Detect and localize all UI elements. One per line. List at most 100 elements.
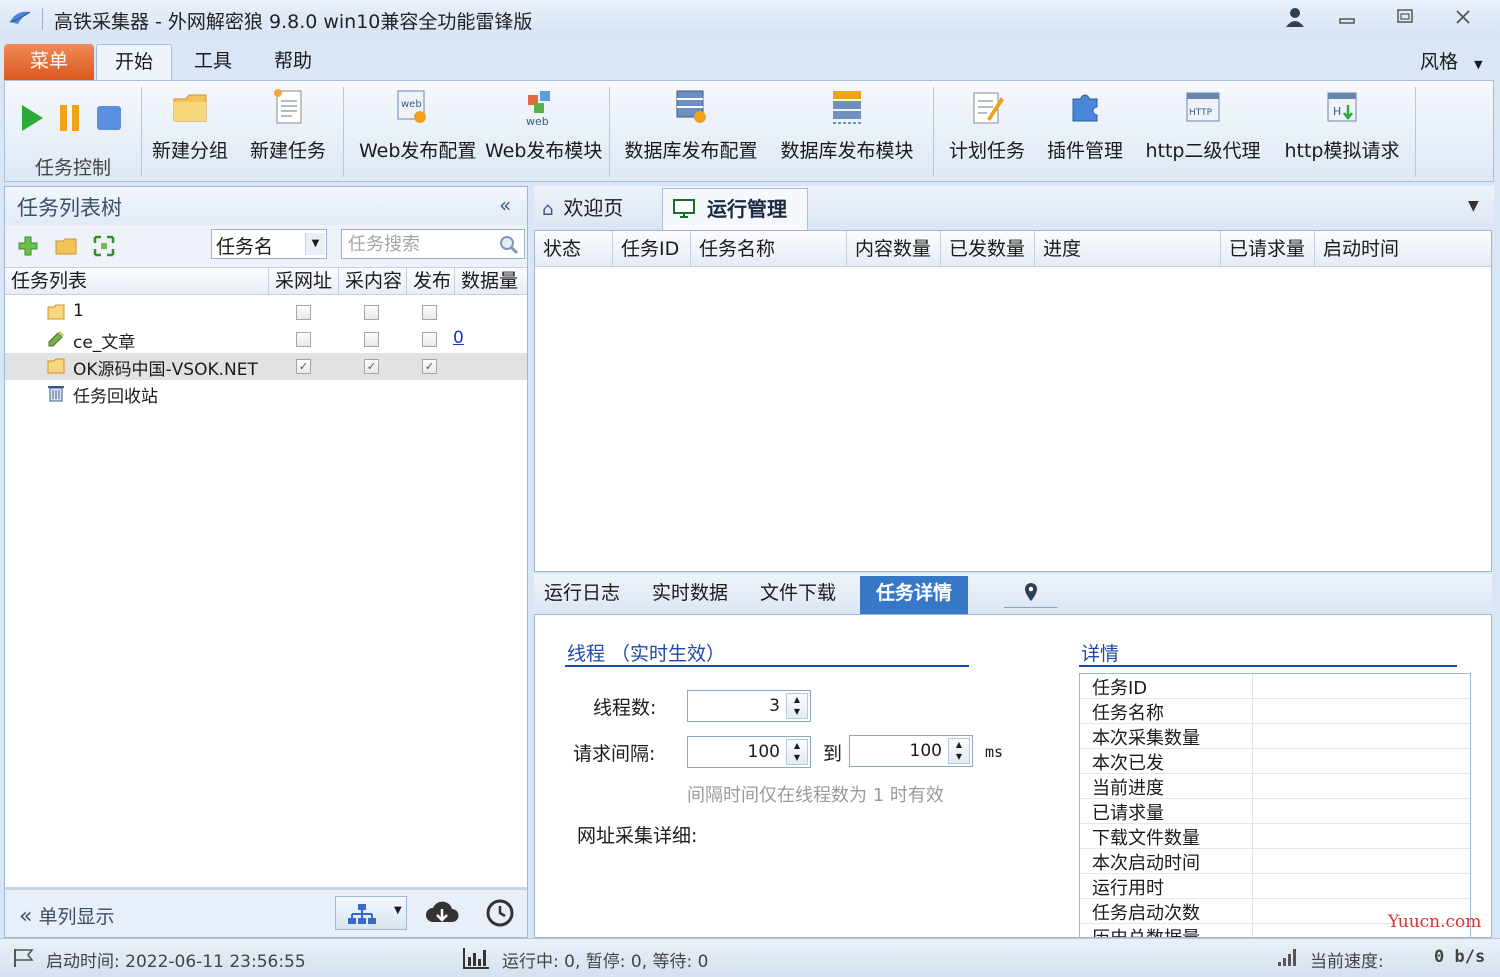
column-header-progress[interactable]: 进度: [1035, 231, 1221, 267]
maximize-button[interactable]: [1390, 6, 1420, 32]
web-publish-module-label: Web发布模块: [485, 140, 603, 162]
tab-task-detail[interactable]: 任务详情: [860, 576, 968, 614]
http-proxy-button[interactable]: HTTP http二级代理: [1143, 87, 1263, 163]
column-header-content-count[interactable]: 内容数量: [847, 231, 941, 267]
collect-url-checkbox[interactable]: [296, 332, 311, 347]
collect-content-checkbox-checked[interactable]: ✓: [364, 359, 379, 374]
db-publish-module-button[interactable]: 数据库发布模块: [779, 87, 915, 163]
tab-welcome[interactable]: ⌂ 欢迎页: [534, 188, 660, 230]
threads-stepper[interactable]: 3 ▲ ▼: [687, 690, 811, 722]
new-group-button[interactable]: 新建分组: [151, 87, 229, 163]
style-menu[interactable]: 风格 ▼: [1420, 47, 1483, 74]
stepper-arrows-icon[interactable]: ▲ ▼: [786, 693, 808, 719]
http-simulate-button[interactable]: H http模拟请求: [1279, 87, 1405, 163]
column-header-start-time[interactable]: 启动时间: [1315, 231, 1491, 267]
add-icon[interactable]: [17, 235, 39, 257]
tree-row[interactable]: 任务回收站: [5, 380, 527, 407]
tab-menu[interactable]: 菜单: [4, 44, 94, 80]
detail-row: 下载文件数量: [1080, 824, 1470, 849]
column-header-task-list[interactable]: 任务列表: [5, 268, 269, 295]
monitor-icon: [673, 199, 695, 218]
column-header-published-count[interactable]: 已发数量: [941, 231, 1035, 267]
tab-start[interactable]: 开始: [96, 44, 172, 80]
collect-url-checkbox-checked[interactable]: ✓: [296, 359, 311, 374]
tab-run-log[interactable]: 运行日志: [544, 576, 634, 614]
data-count-link[interactable]: 0: [453, 328, 464, 348]
tab-run-management[interactable]: 运行管理: [662, 188, 808, 230]
chevron-down-icon: ▼: [1474, 58, 1483, 71]
interval-to-stepper[interactable]: 100 ▲ ▼: [849, 735, 973, 767]
column-header-collect-content[interactable]: 采内容: [339, 268, 407, 295]
single-column-toggle[interactable]: «单列显示: [19, 902, 114, 929]
svg-text:web: web: [526, 115, 549, 127]
chevron-down-icon: ▼: [305, 233, 325, 255]
web-config-icon: web: [397, 90, 426, 123]
web-publish-config-button[interactable]: web Web发布配置: [359, 87, 476, 163]
task-search-input[interactable]: [341, 229, 525, 259]
tree-row[interactable]: 1: [5, 299, 527, 326]
column-header-collect-url[interactable]: 采网址: [269, 268, 339, 295]
tree-row[interactable]: ce_文章 0: [5, 326, 527, 353]
svg-text:web: web: [401, 99, 422, 110]
tab-realtime-data[interactable]: 实时数据: [652, 576, 742, 614]
double-chevron-left-icon: «: [19, 904, 33, 929]
expand-icon[interactable]: [93, 235, 115, 257]
tree-view-dropdown-button[interactable]: ▼: [335, 896, 407, 930]
detail-tabs: 运行日志 实时数据 文件下载 任务详情: [534, 574, 1492, 614]
play-icon[interactable]: [19, 103, 45, 133]
column-header-status[interactable]: 状态: [535, 231, 613, 267]
interval-hint: 间隔时间仅在线程数为 1 时有效: [687, 785, 944, 806]
plugin-manage-button[interactable]: 插件管理: [1045, 87, 1125, 163]
filter-field-value: 任务名: [216, 236, 274, 258]
database-module-icon: [833, 91, 861, 124]
column-header-data-count[interactable]: 数据量: [455, 268, 527, 295]
folder-icon[interactable]: [55, 235, 77, 257]
collect-url-checkbox[interactable]: [296, 305, 311, 320]
db-publish-config-button[interactable]: 数据库发布配置: [623, 87, 759, 163]
pin-location-tab[interactable]: [1004, 582, 1058, 608]
collapse-panel-icon[interactable]: «: [499, 193, 511, 217]
scheduled-task-button[interactable]: 计划任务: [947, 87, 1027, 163]
column-header-requested[interactable]: 已请求量: [1221, 231, 1315, 267]
publish-checkbox[interactable]: [422, 332, 437, 347]
publish-checkbox-checked[interactable]: ✓: [422, 359, 437, 374]
stepper-arrows-icon[interactable]: ▲ ▼: [948, 738, 970, 764]
close-button[interactable]: [1448, 6, 1478, 32]
folder-icon: [47, 304, 65, 320]
cloud-download-icon[interactable]: [425, 898, 459, 928]
detail-key: 本次已发: [1092, 753, 1164, 774]
task-counts-status: 运行中: 0, 暂停: 0, 等待: 0: [502, 952, 709, 972]
tab-help[interactable]: 帮助: [258, 44, 328, 80]
search-icon[interactable]: [499, 235, 519, 255]
tree-row-selected[interactable]: OK源码中国-VSOK.NET ✓ ✓ ✓: [5, 353, 527, 380]
stepper-arrows-icon[interactable]: ▲ ▼: [786, 739, 808, 765]
speed-label: 当前速度:: [1310, 952, 1384, 972]
column-header-task-id[interactable]: 任务ID: [613, 231, 691, 267]
new-task-button[interactable]: 新建任务: [249, 87, 327, 163]
collect-content-checkbox[interactable]: [364, 332, 379, 347]
web-publish-module-button[interactable]: web Web发布模块: [485, 87, 603, 163]
minimize-button[interactable]: [1332, 6, 1362, 32]
edit-schedule-icon: [973, 92, 1004, 124]
chevron-down-icon: ▼: [394, 905, 402, 916]
stop-icon[interactable]: [95, 103, 123, 133]
pause-icon[interactable]: [57, 103, 83, 133]
interval-from-stepper[interactable]: 100 ▲ ▼: [687, 736, 811, 768]
publish-checkbox[interactable]: [422, 305, 437, 320]
task-detail-pane: 线程 （实时生效） 线程数: 3 ▲ ▼ 请求间隔: 100 ▲ ▼ 到 100 ▲…: [534, 614, 1492, 938]
tree-row-label: 任务回收站: [73, 387, 158, 407]
user-icon[interactable]: [1280, 6, 1310, 32]
tab-file-download[interactable]: 文件下载: [760, 576, 850, 614]
column-header-task-name[interactable]: 任务名称: [691, 231, 847, 267]
tab-list-dropdown-icon[interactable]: ▼: [1468, 198, 1479, 214]
location-pin-icon: [1025, 583, 1037, 601]
detail-row: 本次启动时间: [1080, 849, 1470, 874]
tab-run-management-label: 运行管理: [707, 197, 787, 221]
filter-field-select[interactable]: 任务名 ▼: [211, 229, 327, 259]
detail-row: 运行用时: [1080, 874, 1470, 899]
clock-icon[interactable]: [485, 898, 515, 928]
column-header-publish[interactable]: 发布: [407, 268, 455, 295]
collect-content-checkbox[interactable]: [364, 305, 379, 320]
detail-key: 任务启动次数: [1092, 903, 1200, 924]
tab-tools[interactable]: 工具: [178, 44, 248, 80]
